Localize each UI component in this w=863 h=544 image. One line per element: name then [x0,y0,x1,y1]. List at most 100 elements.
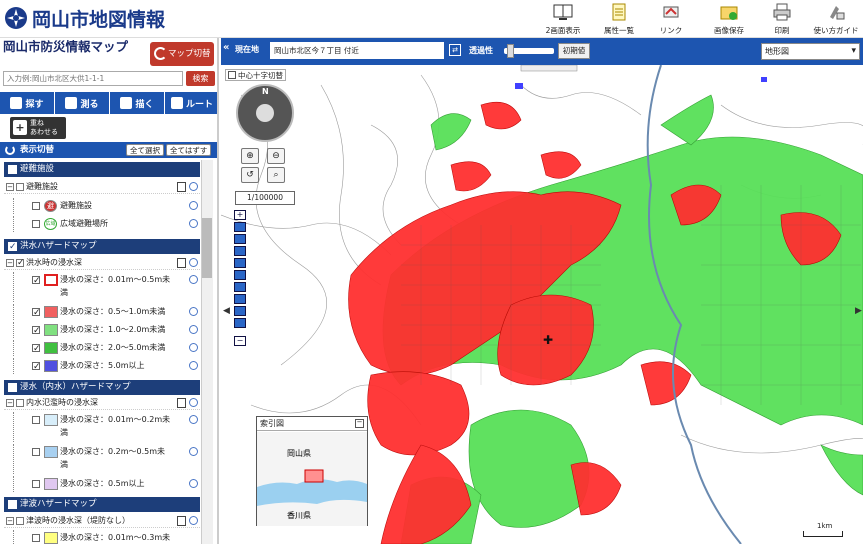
layer-checkbox[interactable] [32,359,41,375]
sublayer-checkbox[interactable] [16,183,24,191]
layer-checkbox[interactable] [32,202,40,210]
zoom-level[interactable] [234,234,246,244]
zoom-icon[interactable] [189,361,198,370]
minimize-icon[interactable]: − [355,419,364,428]
sublayer-flood-depth[interactable]: −洪水時の浸水深 [4,256,200,270]
layer-item-flood-3[interactable]: 浸水の深さ：1.0〜2.0m未満 [4,322,200,339]
layer-item-wide-area[interactable]: 広域 広域避難場所 [4,216,200,232]
pan-center[interactable] [256,104,274,122]
layer-checkbox[interactable] [32,273,41,289]
zoom-icon[interactable] [189,325,198,334]
crosshair-checkbox[interactable] [228,71,236,79]
layer-group-checkbox[interactable] [8,240,17,255]
collapse-panel-icon[interactable]: « [223,42,233,60]
index-map-window[interactable]: 索引図 − 岡山県 香川県 [256,416,368,526]
opacity-slider-handle[interactable] [507,44,514,58]
map-switch-button[interactable]: マップ切替 [150,42,214,66]
layer-checkbox[interactable] [32,448,40,456]
layer-item-flood-2[interactable]: 浸水の深さ：0.5〜1.0m未満 [4,304,200,321]
legend-icon[interactable] [177,258,186,268]
zoom-level[interactable] [234,270,246,280]
layer-checkbox[interactable] [32,323,41,339]
crosshair-toggle[interactable]: 中心十字切替 [225,69,286,81]
sublayer-tsunami-depth[interactable]: − 津波時の浸水深（堤防なし） [4,514,200,528]
map-area[interactable]: « 現在地 岡山市北区今７丁目 付近 ⇄ 透過性 初期値 地形図 ▾ 中心十字切… [221,38,863,544]
sublayer-checkbox[interactable] [16,256,25,270]
expand-toggle[interactable]: − [6,399,14,407]
opacity-reset-button[interactable]: 初期値 [558,43,590,59]
layer-checkbox[interactable] [32,534,40,542]
zoom-in-icon[interactable]: ⊕ [241,148,259,164]
pan-control[interactable]: N [236,84,294,142]
layer-checkbox[interactable] [32,220,40,228]
zoom-icon[interactable] [189,398,198,407]
search-button[interactable]: 検索 [186,71,215,86]
layer-item-evac-facility[interactable]: 避避難施設 [4,198,200,214]
zoom-level[interactable] [234,306,246,316]
zoom-level[interactable] [234,294,246,304]
zoom-level[interactable] [234,318,246,328]
layer-group-checkbox[interactable] [8,383,17,392]
layer-item-tsunami-1[interactable]: 浸水の深さ：0.01m〜0.3m未 [4,530,200,544]
reset-view-icon[interactable]: ↺ [241,167,259,183]
zoom-slider[interactable]: + − [234,210,246,348]
layer-item-inland-1[interactable]: 浸水の深さ：0.01m〜0.2m未満 [4,412,200,442]
measure-tool-button[interactable]: 測る [55,92,110,114]
layer-group-evacuation[interactable]: 避難施設 [4,162,200,177]
zoom-level[interactable] [234,258,246,268]
basemap-select[interactable]: 地形図 [761,43,860,60]
link-button[interactable]: リンク [648,2,694,36]
zoom-icon[interactable] [189,479,198,488]
help-guide-button[interactable]: 使い方ガイド [810,2,862,36]
find-tool-button[interactable]: 探す [0,92,55,114]
zoom-level[interactable] [234,246,246,256]
sublayer-evacuation[interactable]: − 避難施設 [4,180,200,194]
overlay-button[interactable]: + 重ね あわせる [10,117,66,139]
zoom-level[interactable] [234,282,246,292]
zoom-icon[interactable] [189,201,198,210]
expand-toggle[interactable]: − [6,259,14,267]
layer-item-flood-5[interactable]: 浸水の深さ：5.0m以上 [4,358,200,375]
zoom-icon[interactable] [189,415,198,424]
sublayer-inland-depth[interactable]: − 内水氾濫時の浸水深 [4,396,200,410]
select-all-button[interactable]: 全て選択 [126,144,164,156]
sublayer-checkbox[interactable] [16,399,24,407]
clear-all-button[interactable]: 全てはずす [166,144,212,156]
draw-tool-button[interactable]: 描く [110,92,165,114]
legend-icon[interactable] [177,182,186,192]
swap-icon[interactable]: ⇄ [449,44,461,56]
zoom-icon[interactable] [189,258,198,267]
layer-checkbox[interactable] [32,480,40,488]
layer-group-checkbox[interactable] [8,165,17,174]
zoom-plus-button[interactable]: + [234,210,246,220]
layer-checkbox[interactable] [32,341,41,357]
zoom-minus-button[interactable]: − [234,336,246,346]
layer-item-flood-1[interactable]: 浸水の深さ：0.01m〜0.5m未満 [4,272,200,302]
layer-group-tsunami[interactable]: 津波ハザードマップ [4,497,200,512]
zoom-out-icon[interactable]: ⊖ [267,148,285,164]
dual-screen-button[interactable]: 2画面表示 [540,2,586,36]
legend-icon[interactable] [177,398,186,408]
print-button[interactable]: 印刷 [762,2,802,36]
attribute-list-button[interactable]: 属性一覧 [596,2,642,36]
zoom-icon[interactable] [189,307,198,316]
layer-item-inland-2[interactable]: 浸水の深さ：0.2m〜0.5m未満 [4,444,200,474]
layer-group-flood[interactable]: 洪水ハザードマップ [4,239,200,255]
zoom-icon[interactable] [189,516,198,525]
expand-toggle[interactable]: − [6,183,14,191]
layer-checkbox[interactable] [32,305,41,321]
expand-toggle[interactable]: − [6,517,14,525]
zoom-level[interactable] [234,222,246,232]
scrollbar-thumb[interactable] [202,218,212,278]
sublayer-checkbox[interactable] [16,517,24,525]
zoom-icon[interactable] [189,343,198,352]
zoom-icon[interactable] [189,275,198,284]
address-search-input[interactable] [3,71,183,86]
route-tool-button[interactable]: ルート [165,92,217,114]
pan-right-arrow-icon[interactable]: ▶ [855,306,862,316]
zoom-icon[interactable] [189,447,198,456]
pan-left-arrow-icon[interactable]: ◀ [223,306,230,316]
image-save-button[interactable]: 画像保存 [704,2,754,36]
zoom-area-icon[interactable]: ⌕ [267,167,285,183]
layer-checkbox[interactable] [32,416,40,424]
